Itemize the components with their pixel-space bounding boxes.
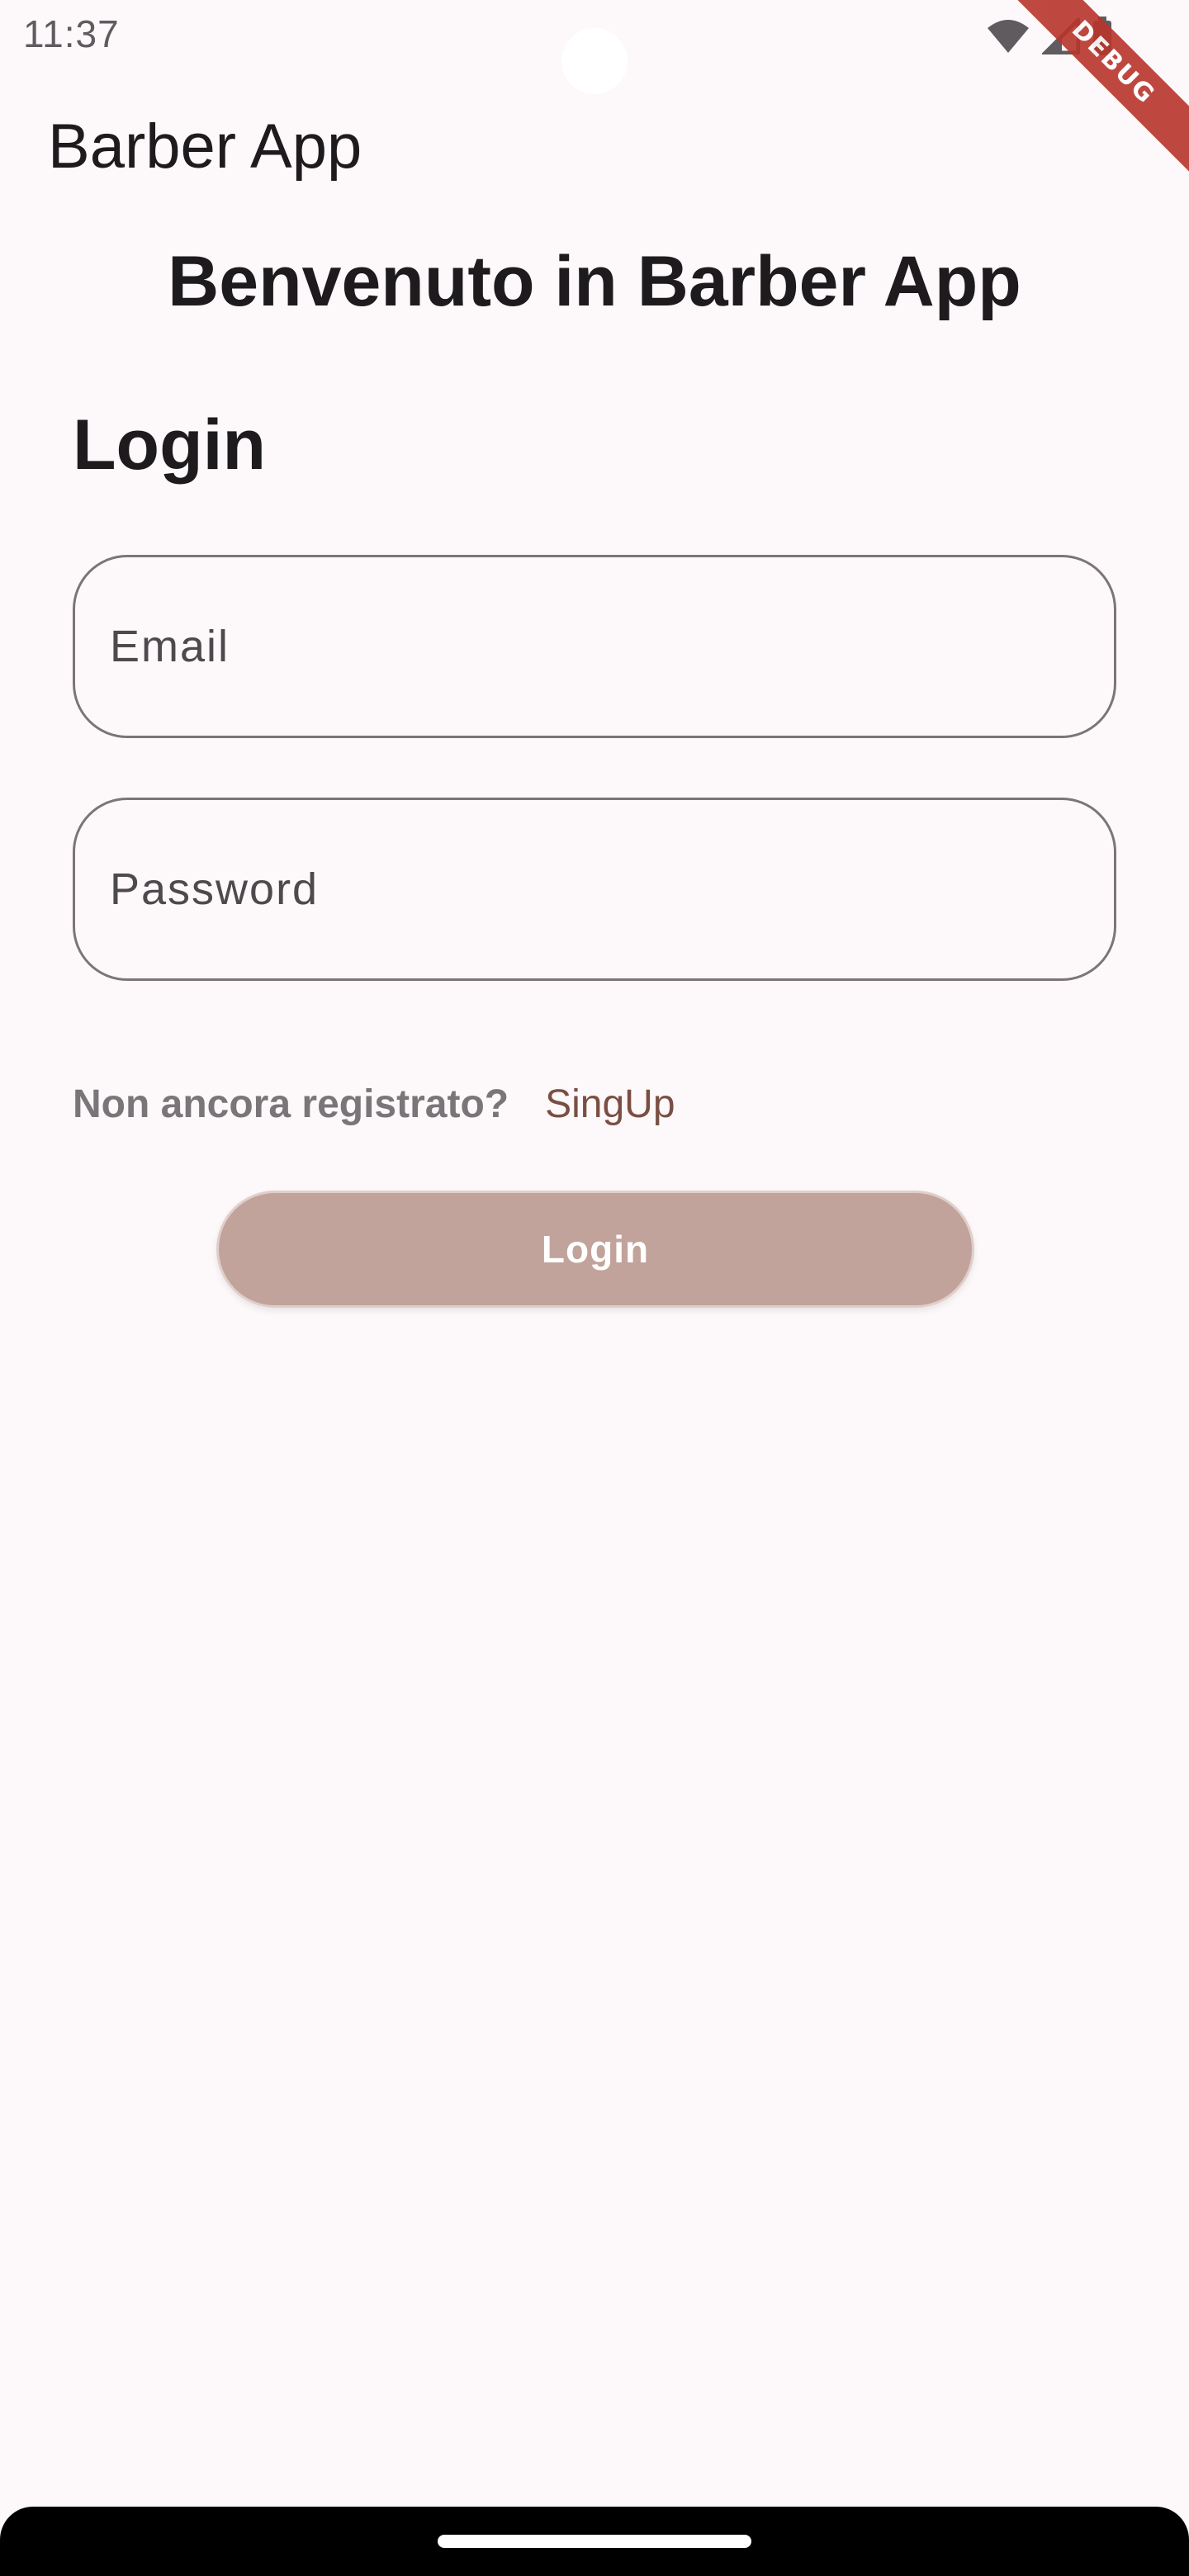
home-gesture-handle[interactable] [438, 2535, 751, 2548]
status-bar: 11:37 [0, 0, 1189, 94]
signup-row: Non ancora registrato? SingUp [73, 1082, 675, 1127]
status-time: 11:37 [23, 12, 120, 55]
password-input[interactable] [75, 800, 1114, 978]
app-bar-title: Barber App [48, 111, 362, 182]
camera-cutout [561, 28, 628, 94]
navigation-bar [0, 2507, 1189, 2576]
signup-link[interactable]: SingUp [545, 1082, 675, 1127]
email-input[interactable] [75, 557, 1114, 736]
wifi-icon [986, 18, 1030, 54]
signup-prompt: Non ancora registrato? [73, 1082, 509, 1126]
welcome-heading: Benvenuto in Barber App [168, 242, 1021, 321]
password-field[interactable] [73, 798, 1116, 981]
login-heading: Login [73, 405, 267, 485]
email-field[interactable] [73, 555, 1116, 738]
login-button[interactable]: Login [216, 1191, 974, 1308]
